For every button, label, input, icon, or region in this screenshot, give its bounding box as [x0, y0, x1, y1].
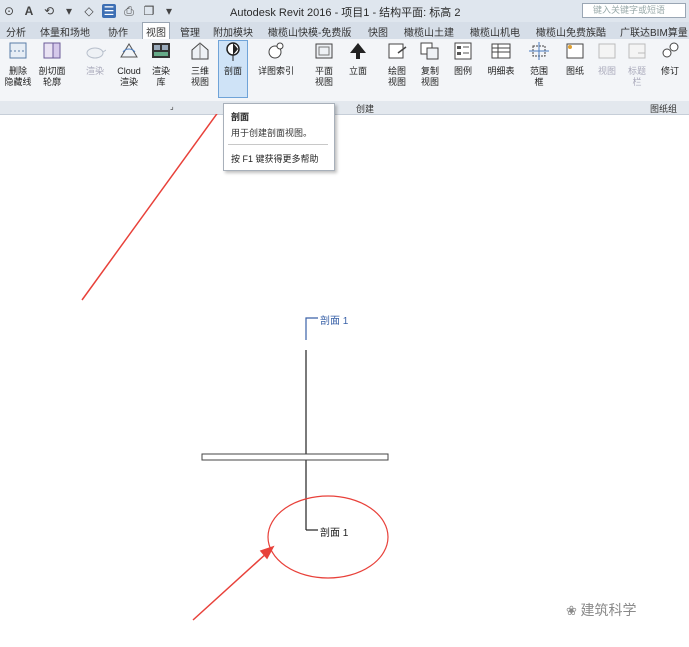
render-button[interactable]: 渲染 — [80, 41, 110, 77]
ribbon-tab-bar: 分析 体量和场地 协作 视图 管理 附加模块 橄榄山快模-免费版 快图 橄榄山土… — [0, 22, 689, 42]
arrow-to-section-button — [81, 114, 218, 301]
wall-element[interactable] — [201, 453, 389, 461]
text-icon[interactable]: A — [22, 4, 36, 18]
title-block-label: 标题 栏 — [627, 66, 646, 87]
drafting-view-button[interactable]: 绘图 视图 — [383, 41, 411, 88]
measure-icon[interactable]: ⊙ — [2, 4, 16, 18]
tab-glsbim-family[interactable]: 橄榄山免费族酷 — [536, 24, 606, 39]
drafting-view-icon — [388, 43, 407, 59]
plan-view-label: 平面 视图 — [314, 66, 333, 87]
legend-button[interactable]: 图例 — [450, 41, 476, 77]
render-gallery-label: 渲染 库 — [151, 66, 170, 87]
sheet-icon — [566, 43, 584, 59]
quick-access-toolbar: ⊙ A ⟲ ▾ ◇ ☰ ⎙ ❐ ▾ — [0, 2, 176, 20]
section-head-top[interactable] — [305, 317, 318, 340]
legend-label: 图例 — [453, 66, 472, 76]
tab-glsbim-civil[interactable]: 橄榄山土建 — [404, 24, 454, 39]
window-title: Autodesk Revit 2016 - 项目1 - 结构平面: 标高 2 — [230, 7, 461, 19]
view-button[interactable]: 视图 — [594, 41, 620, 77]
elevation-icon — [350, 43, 366, 59]
duplicate-view-label: 复制 视图 — [420, 66, 439, 87]
revision-label: 修订 — [660, 66, 679, 76]
plan-view-icon — [315, 43, 333, 59]
callout-button[interactable]: 详图索引 — [256, 41, 296, 77]
sheet-button[interactable]: 图纸 — [562, 41, 588, 77]
scope-box-button[interactable]: 范围 框 — [526, 41, 552, 88]
section-label-bottom[interactable]: 剖面 1 — [320, 524, 348, 539]
section-icon — [226, 42, 240, 61]
sheet-label: 图纸 — [565, 66, 584, 76]
drawing-canvas[interactable]: 剖面 1 剖面 1 — [0, 114, 689, 647]
cloud-render-label: Cloud 渲染 — [117, 66, 141, 87]
annotation-arrows — [81, 114, 275, 621]
duplicate-view-button[interactable]: 复制 视图 — [416, 41, 444, 88]
customize-icon[interactable]: ▾ — [162, 4, 176, 18]
revision-button[interactable]: 修订 — [656, 41, 684, 77]
print-icon[interactable]: ⎙ — [122, 4, 136, 18]
section-profile-icon — [43, 42, 61, 59]
tab-addins[interactable]: 附加模块 — [213, 24, 253, 39]
arrow-to-section-tag — [192, 551, 269, 621]
elevation-button[interactable]: 立面 — [345, 41, 371, 77]
section-button[interactable]: 剖面 — [220, 41, 246, 77]
delete-hidden-lines-button[interactable]: 删除 隐藏线 — [4, 41, 32, 88]
scope-box-icon — [529, 42, 549, 60]
section-profile-button[interactable]: 剖切面 轮廓 — [35, 41, 69, 88]
render-gallery-icon — [152, 43, 170, 58]
legend-icon — [454, 42, 472, 60]
search-input[interactable]: 键入关键字或短语 — [582, 3, 686, 18]
watermark-text: 建筑科学 — [580, 602, 637, 618]
tab-glsbim-free[interactable]: 橄榄山快模-免费版 — [268, 24, 351, 39]
tab-collaborate[interactable]: 协作 — [108, 24, 128, 39]
house-3d-icon — [191, 42, 209, 60]
duplicate-view-icon — [420, 42, 439, 60]
drafting-view-label: 绘图 视图 — [387, 66, 406, 87]
thin-lines-icon[interactable]: ◇ — [82, 4, 96, 18]
windows-icon[interactable]: ❐ — [142, 4, 156, 18]
view-icon — [598, 43, 616, 59]
callout-icon — [268, 42, 284, 59]
ribbon-panel-bar: ⌟ 创建 图纸组 — [0, 101, 689, 115]
render-label: 渲染 — [85, 66, 104, 76]
title-block-button[interactable]: 标题 栏 — [624, 41, 650, 88]
schedule-label: 明细表 — [487, 66, 515, 76]
render-gallery-button[interactable]: 渲染 库 — [148, 41, 174, 88]
3d-view-button[interactable]: 三维 视图 — [186, 41, 214, 88]
section-profile-label: 剖切面 轮廓 — [38, 66, 66, 87]
section-label-top[interactable]: 剖面 1 — [320, 312, 348, 327]
dropdown-icon[interactable]: ▾ — [62, 4, 76, 18]
panel-launcher-icon[interactable]: ⌟ — [170, 102, 174, 111]
3d-view-label: 三维 视图 — [190, 66, 209, 87]
revision-icon — [662, 42, 679, 58]
switch-windows-icon[interactable]: ☰ — [102, 4, 116, 18]
teapot-icon — [86, 47, 107, 59]
tab-analyze[interactable]: 分析 — [6, 24, 26, 39]
title-block-icon — [628, 43, 646, 59]
sync-icon[interactable]: ⟲ — [42, 4, 56, 18]
title-bar: ⊙ A ⟲ ▾ ◇ ☰ ⎙ ❐ ▾ Autodesk Revit 2016 - … — [0, 0, 689, 23]
wechat-icon: ❀ — [566, 603, 581, 618]
hidden-line-icon — [9, 42, 27, 59]
elevation-label: 立面 — [348, 66, 367, 76]
section-label: 剖面 — [223, 66, 242, 76]
view-label: 视图 — [597, 66, 616, 76]
tab-glsbim-mep[interactable]: 橄榄山机电 — [470, 24, 520, 39]
delete-hidden-lines-label: 删除 隐藏线 — [4, 66, 32, 87]
tab-massing[interactable]: 体量和场地 — [40, 24, 90, 39]
ribbon: 删除 隐藏线 剖切面 轮廓 渲染 Cloud 渲染 渲染 库 三维 视图 剖面 … — [0, 39, 689, 102]
tab-glodon-bim[interactable]: 广联达BIM算量 — [620, 24, 688, 39]
callout-label: 详图索引 — [257, 66, 294, 76]
watermark: ❀ 建筑科学 — [566, 600, 637, 620]
schedule-button[interactable]: 明细表 — [484, 41, 518, 77]
tab-manage[interactable]: 管理 — [180, 24, 200, 39]
plan-view-button[interactable]: 平面 视图 — [310, 41, 338, 88]
cloud-render-icon — [120, 43, 138, 58]
tab-kuaitu[interactable]: 快图 — [368, 24, 388, 39]
cloud-render-button[interactable]: Cloud 渲染 — [113, 41, 145, 88]
scope-box-label: 范围 框 — [529, 66, 548, 87]
drawing-svg — [81, 114, 389, 621]
schedule-icon — [491, 43, 511, 59]
